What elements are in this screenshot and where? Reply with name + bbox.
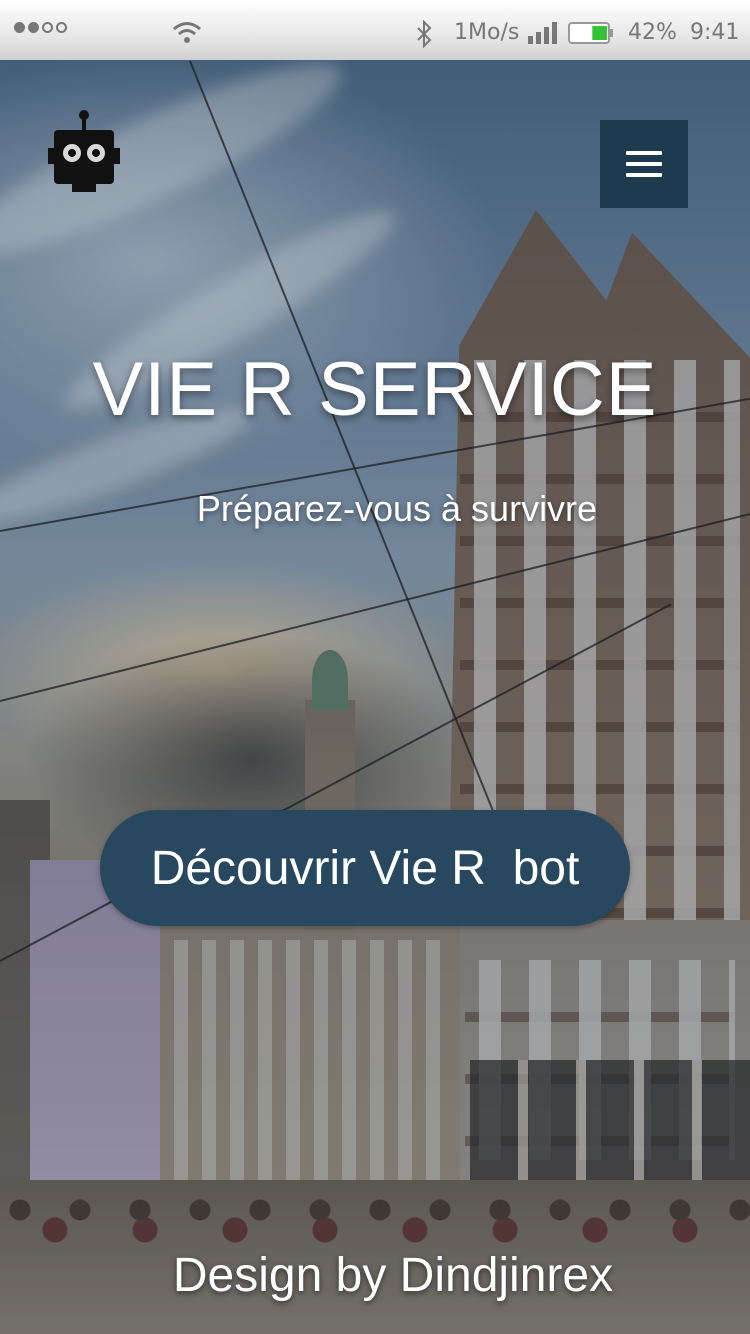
signal-dots-icon — [14, 22, 67, 33]
status-time: 9:41 — [690, 20, 740, 45]
signal-dot — [14, 22, 25, 33]
discover-robot-button[interactable]: Découvrir Vie R bot — [100, 810, 630, 926]
hamburger-menu-icon-bar — [626, 162, 662, 166]
wifi-icon — [173, 22, 201, 43]
page-title: VIE R SERVICE — [92, 347, 658, 432]
app-screen: 1Mo/s 42% 9:41 VIE R SERVICE Préparez-vo… — [0, 0, 750, 1334]
hamburger-menu-icon-bar — [626, 173, 662, 177]
signal-dot — [56, 22, 67, 33]
hamburger-menu-icon — [626, 151, 662, 155]
robot-icon[interactable] — [46, 108, 122, 198]
battery-percentage: 42% — [628, 20, 677, 45]
bluetooth-icon — [417, 20, 432, 48]
signal-dot — [28, 22, 39, 33]
footer-credit: Design by Dindjinrex — [172, 1249, 614, 1302]
signal-dot — [42, 22, 53, 33]
battery-icon — [568, 22, 613, 44]
hero-background-image — [0, 60, 750, 1334]
status-bar: 1Mo/s 42% 9:41 — [0, 0, 750, 60]
page-subtitle: Préparez-vous à survivre — [196, 488, 598, 529]
network-speed: 1Mo/s — [454, 20, 520, 45]
hamburger-menu-button[interactable] — [600, 120, 688, 208]
signal-bars-icon — [528, 22, 557, 44]
